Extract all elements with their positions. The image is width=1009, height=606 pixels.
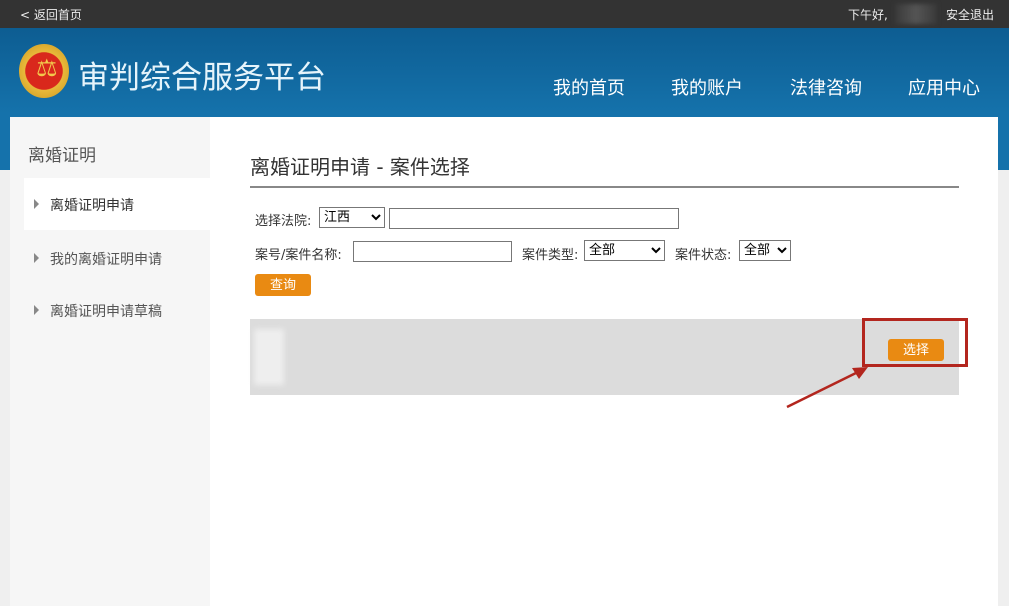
nav-app-center[interactable]: 应用中心 [908,74,980,100]
case-status-label: 案件状态: [675,248,732,263]
case-input[interactable] [353,241,512,262]
sidebar-item-apply[interactable]: 离婚证明申请 [24,178,210,230]
annotation-arrow-icon [786,367,868,409]
logout-link[interactable]: 安全退出 [946,6,994,23]
court-label: 选择法院: [255,214,312,229]
sidebar-item-label: 离婚证明申请 [50,198,134,214]
nav-home[interactable]: 我的首页 [553,74,625,100]
query-button[interactable]: 查询 [255,274,311,296]
emblem-glyph: ⚖ [36,54,58,82]
case-type-select[interactable]: 全部 [584,240,665,261]
greeting: 下午好, [848,8,888,22]
caret-right-icon [34,305,39,315]
caret-right-icon [34,199,39,209]
sidebar-item-my-applications[interactable]: 我的离婚证明申请 [24,232,210,284]
sidebar-heading: 离婚证明 [28,146,96,166]
back-home-link[interactable]: < 返回首页 [20,6,82,23]
divider [250,186,959,188]
sidebar-item-label: 离婚证明申请草稿 [50,304,162,320]
nav-legal-consult[interactable]: 法律咨询 [790,74,862,100]
highlight-box [862,318,968,367]
case-type-label: 案件类型: [522,248,579,263]
case-label: 案号/案件名称: [255,248,342,263]
sidebar-item-drafts[interactable]: 离婚证明申请草稿 [24,284,210,336]
court-province-select[interactable]: 江西 [319,207,385,228]
sidebar: 离婚证明 离婚证明申请 我的离婚证明申请 离婚证明申请草稿 [10,117,210,606]
username-redacted [895,4,937,24]
nav-account[interactable]: 我的账户 [671,74,743,100]
site-title: 审判综合服务平台 [78,60,326,96]
redacted-content [254,329,284,385]
court-emblem-icon: ⚖ [19,44,69,98]
case-status-select[interactable]: 全部 [739,240,791,261]
sidebar-item-label: 我的离婚证明申请 [50,252,162,268]
main-panel: 离婚证明申请 - 案件选择 选择法院: 江西 案号/案件名称: 案件类型: 全部… [210,117,998,606]
caret-right-icon [34,253,39,263]
top-bar: < 返回首页 下午好, 安全退出 [0,0,1009,28]
court-input[interactable] [389,208,679,229]
page-title: 离婚证明申请 - 案件选择 [250,155,470,179]
